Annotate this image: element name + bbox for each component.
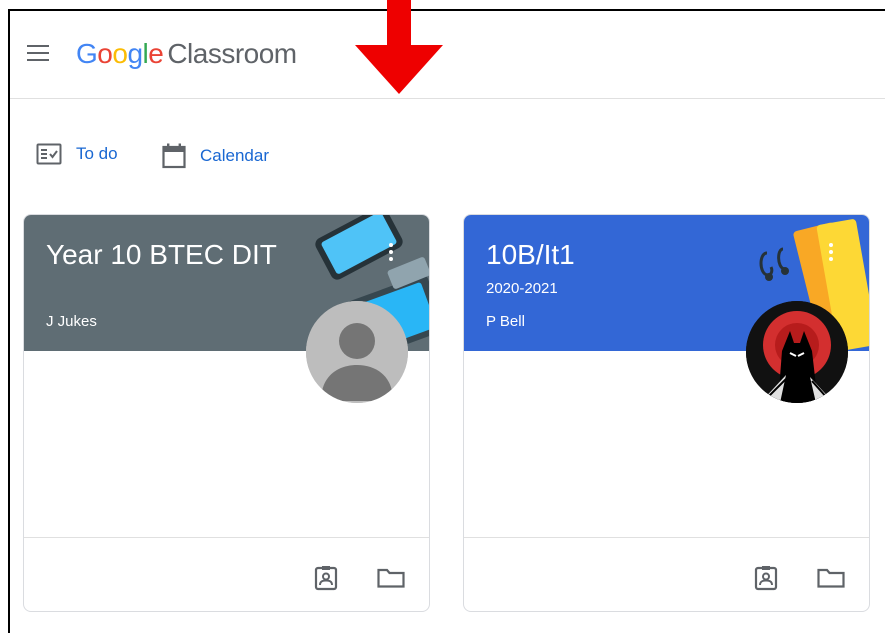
more-options-button[interactable] [829,243,835,263]
class-section: 2020-2021 [486,280,558,297]
class-card[interactable]: Year 10 BTEC DIT J Jukes [23,214,430,612]
class-title[interactable]: 10B/It1 [486,239,575,271]
profile-picture-icon [746,301,848,403]
class-card-footer [464,537,869,611]
gradebook-icon[interactable] [754,565,778,591]
folder-icon[interactable] [817,568,845,588]
more-vert-icon [389,243,393,247]
class-teacher: J Jukes [46,313,97,330]
teacher-avatar [746,301,848,403]
todo-link[interactable]: To do [36,143,118,165]
class-card[interactable]: 10B/It1 2020-2021 P Bell [463,214,870,612]
main-menu-button[interactable] [27,45,49,65]
teacher-avatar [306,301,408,403]
default-avatar-icon [306,301,408,403]
calendar-icon [162,143,186,169]
class-teacher: P Bell [486,313,525,330]
folder-icon[interactable] [377,568,405,588]
more-vert-icon [829,243,833,247]
assignment-check-icon [36,143,62,165]
app-header: Google Classroom [10,11,885,99]
calendar-label: Calendar [200,146,269,165]
more-options-button[interactable] [389,243,395,263]
class-card-footer [24,537,429,611]
gradebook-icon[interactable] [314,565,338,591]
class-title[interactable]: Year 10 BTEC DIT [46,239,277,271]
google-classroom-logo[interactable]: Google Classroom [76,38,297,70]
todo-label: To do [76,144,118,163]
hamburger-menu-icon [27,45,49,47]
calendar-link[interactable]: Calendar [162,143,269,169]
logo-product-name: Classroom [167,38,297,69]
